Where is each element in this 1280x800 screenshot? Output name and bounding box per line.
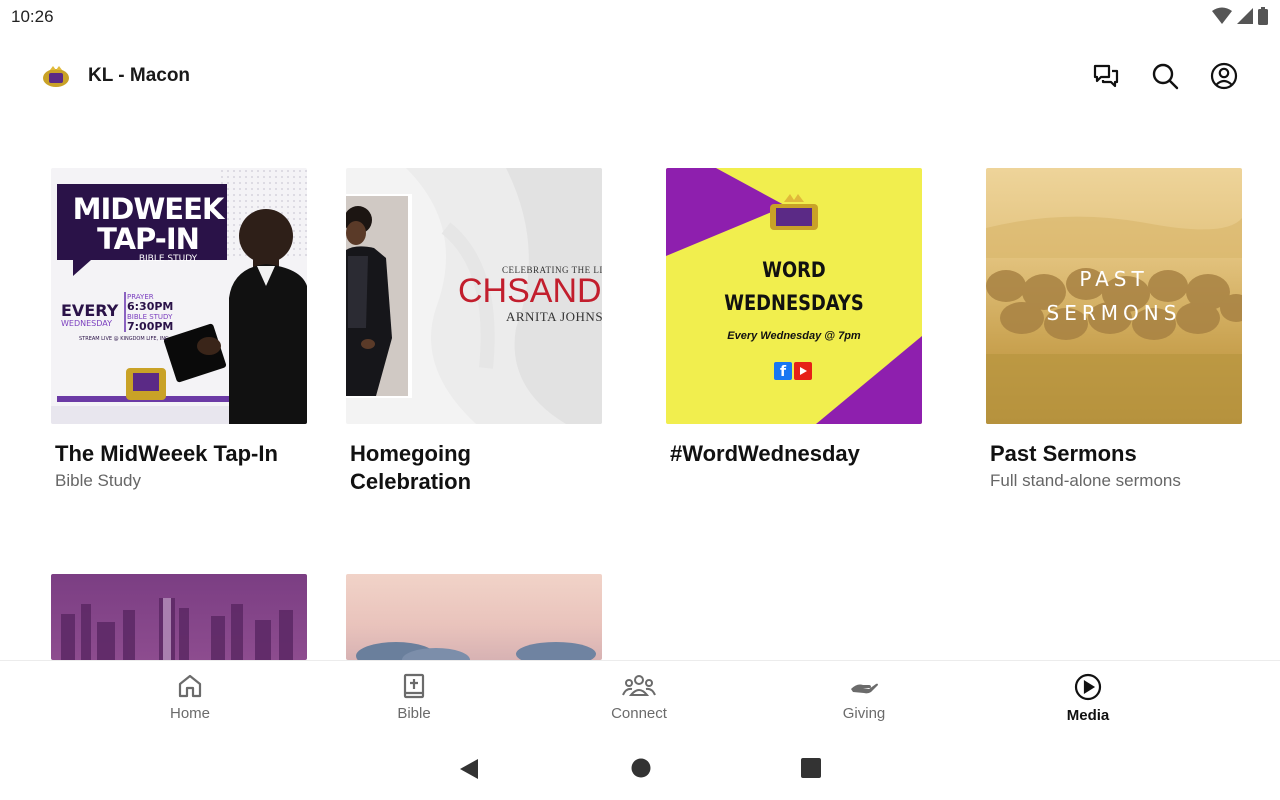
midweek-art-stream: STREAM LIVE @ KINGDOM LIFE, INC xyxy=(79,336,169,342)
play-circle-icon xyxy=(1074,673,1102,701)
system-navigation-bar xyxy=(0,740,1280,800)
bottom-navigation: Home Bible Connect Giving Media xyxy=(0,660,1280,740)
wordwed-art-sched: Every Wednesday @ 7pm xyxy=(727,330,861,342)
system-recents-button[interactable] xyxy=(800,757,822,784)
media-card-city[interactable] xyxy=(51,574,307,660)
card-subtitle: Bible Study xyxy=(55,471,141,490)
account-circle-icon xyxy=(1210,62,1238,90)
pastsermons-art-line1: PAST xyxy=(1079,267,1149,291)
people-icon xyxy=(622,675,656,696)
giving-hand-icon xyxy=(851,683,878,694)
midweek-art-day: WEDNESDAY xyxy=(61,319,112,328)
midweek-thumbnail: MIDWEEK TAP-IN BIBLE STUDY EVERY WEDNESD… xyxy=(51,168,307,424)
card-subtitle: Full stand-alone sermons xyxy=(990,471,1181,490)
midweek-art-prayer-time: 6:30PM xyxy=(127,300,174,313)
nav-giving-label: Giving xyxy=(842,705,886,722)
messages-button[interactable] xyxy=(1090,60,1122,92)
recents-square-icon xyxy=(801,758,821,778)
system-indicators xyxy=(1212,7,1268,25)
wordwed-art-line1: WORD xyxy=(762,258,826,282)
nav-home-label: Home xyxy=(169,705,210,722)
homegoing-art-name: ARNITA JOHNSO xyxy=(506,309,602,324)
nav-bible-label: Bible xyxy=(397,705,431,722)
back-triangle-icon xyxy=(460,759,478,779)
city-artwork xyxy=(61,598,293,660)
wordwed-art-line2: WEDNESDAYS xyxy=(724,291,864,315)
media-card-pastsermons[interactable]: PAST SERMONS Past Sermons Full stand-alo… xyxy=(986,168,1242,493)
midweek-art-every: EVERY xyxy=(61,301,119,320)
card-title: Homegoing Celebration xyxy=(350,441,472,494)
nav-giving[interactable]: Giving xyxy=(804,673,924,722)
home-circle-icon xyxy=(631,758,651,778)
search-icon xyxy=(1152,63,1179,90)
homegoing-thumbnail: CELEBRATING THE LIF CHSAND ARNITA JOHNSO xyxy=(346,168,602,424)
media-card-midweek[interactable]: MIDWEEK TAP-IN BIBLE STUDY EVERY WEDNESD… xyxy=(51,168,307,493)
church-logo xyxy=(43,66,69,87)
pastsermons-thumbnail: PAST SERMONS xyxy=(986,168,1242,424)
card-title: The MidWeeek Tap-In xyxy=(55,441,278,466)
media-card-sky[interactable] xyxy=(346,574,602,660)
system-home-button[interactable] xyxy=(630,757,652,784)
search-button[interactable] xyxy=(1149,60,1181,92)
sky-thumbnail xyxy=(346,574,602,660)
midweek-art-headline1: MIDWEEK xyxy=(72,192,225,226)
nav-media-label: Media xyxy=(1066,707,1110,724)
card-title: Past Sermons xyxy=(990,441,1137,466)
nav-connect-label: Connect xyxy=(611,705,667,722)
nav-bible[interactable]: Bible xyxy=(354,673,474,722)
bible-icon xyxy=(403,673,425,699)
wordwednesday-thumbnail: f WORD WEDNESDAYS Every Wednesday @ 7pm xyxy=(666,168,922,424)
nav-home[interactable]: Home xyxy=(130,673,250,722)
app-title: KL - Macon xyxy=(88,65,191,86)
status-time: 10:26 xyxy=(11,7,54,26)
media-card-wordwednesday[interactable]: f WORD WEDNESDAYS Every Wednesday @ 7pm … xyxy=(666,168,922,469)
chat-bubbles-icon xyxy=(1093,64,1119,88)
battery-icon xyxy=(1258,7,1268,25)
home-icon xyxy=(178,674,202,698)
midweek-art-study-time: 7:00PM xyxy=(127,320,174,333)
homegoing-art-big: CHSAND xyxy=(458,272,602,310)
nav-media[interactable]: Media xyxy=(1028,673,1148,724)
system-back-button[interactable] xyxy=(458,757,480,786)
signal-icon xyxy=(1237,8,1253,24)
city-thumbnail xyxy=(51,574,307,660)
wifi-icon xyxy=(1212,7,1232,24)
pastsermons-art-line2: SERMONS xyxy=(1046,301,1182,325)
account-button[interactable] xyxy=(1208,60,1240,92)
svg-text:f: f xyxy=(780,364,787,380)
nav-connect[interactable]: Connect xyxy=(579,673,699,722)
midweek-art-headline2: TAP-IN xyxy=(97,222,200,256)
sky-artwork xyxy=(356,642,596,660)
card-title: #WordWednesday xyxy=(670,441,860,466)
media-card-homegoing[interactable]: CELEBRATING THE LIF CHSAND ARNITA JOHNSO… xyxy=(346,168,602,497)
app-bar: KL - Macon xyxy=(0,48,1280,104)
status-bar: 10:26 xyxy=(0,0,1280,34)
